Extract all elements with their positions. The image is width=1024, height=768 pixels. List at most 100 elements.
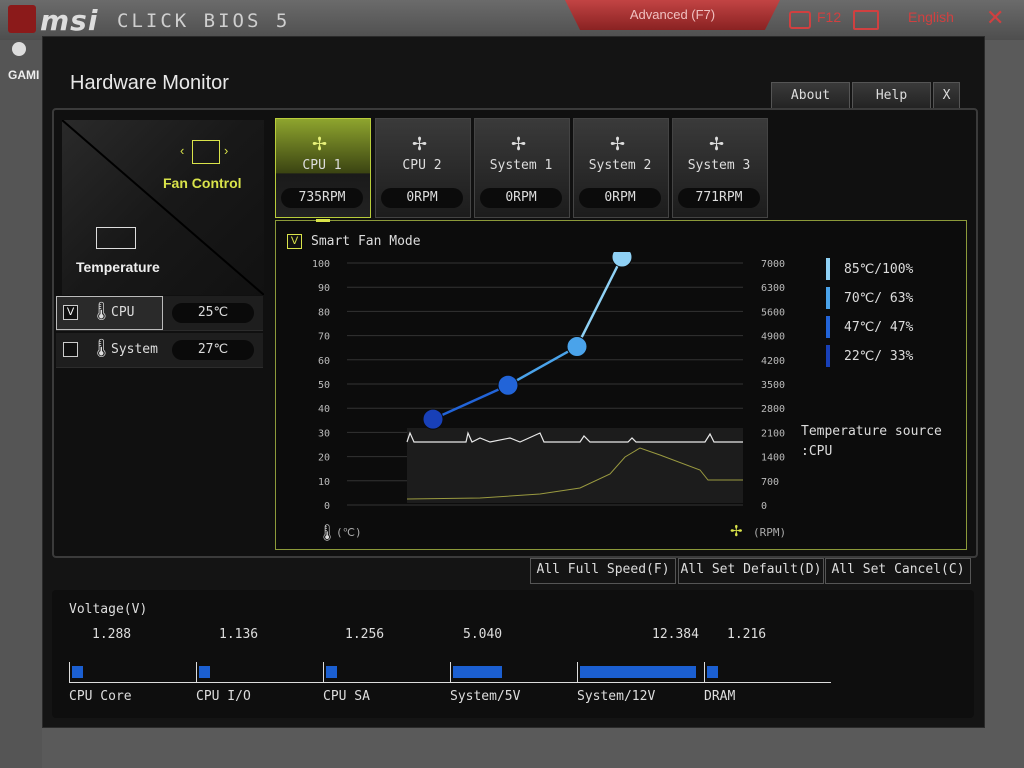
right-tick-label: 4900 xyxy=(761,332,785,343)
voltage-title: Voltage(V) xyxy=(69,602,148,617)
fan-icon: ✢ xyxy=(709,134,725,154)
cpu-temperature-value: 25℃ xyxy=(172,303,254,323)
left-tick-label: 10 xyxy=(318,477,330,488)
voltage-label: System/12V xyxy=(577,689,656,704)
voltage-bar-segment xyxy=(704,662,831,682)
left-tick-label: 60 xyxy=(318,356,330,367)
right-tick-label: 0 xyxy=(761,501,767,512)
fan-icon: ✢ xyxy=(511,134,527,154)
legend-swatch xyxy=(826,258,830,280)
advanced-mode-label[interactable]: Advanced (F7) xyxy=(565,7,780,22)
temperature-source-label: Temperature source xyxy=(801,424,942,439)
smart-fan-checkbox[interactable]: V xyxy=(287,234,302,249)
left-tick-label: 0 xyxy=(324,501,330,512)
voltage-label: CPU SA xyxy=(323,689,370,704)
left-tick-label: 50 xyxy=(318,380,330,391)
voltage-label: CPU I/O xyxy=(196,689,251,704)
fan-rpm-value: 0RPM xyxy=(381,188,463,208)
left-tick-label: 70 xyxy=(318,332,330,343)
right-tick-label: 7000 xyxy=(761,259,785,270)
right-tick-label: 5600 xyxy=(761,307,785,318)
curve-point-handle[interactable] xyxy=(422,408,444,430)
thermometer-icon: 🌡 xyxy=(90,338,113,358)
fan-rpm-value: 771RPM xyxy=(678,188,760,208)
clock-icon xyxy=(12,42,26,56)
fan-icon: ✢ xyxy=(730,523,743,540)
legend-point-4: 85℃/100% xyxy=(844,262,914,277)
voltage-bar-fill xyxy=(580,666,696,678)
temperature-icon[interactable] xyxy=(96,227,136,249)
voltage-bar-segment xyxy=(323,662,450,682)
left-unit-label: (℃) xyxy=(336,526,362,539)
cpu-source-checkbox[interactable]: V xyxy=(63,305,78,320)
temperature-source-value: :CPU xyxy=(801,444,833,459)
curve-point-handle[interactable] xyxy=(497,374,519,396)
curve-point-handle[interactable] xyxy=(566,336,588,358)
curve-segment xyxy=(507,345,578,387)
help-button[interactable]: Help xyxy=(852,82,931,109)
voltage-value: 12.384 xyxy=(652,627,699,642)
left-tick-label: 80 xyxy=(318,307,330,318)
thermometer-icon: 🌡 xyxy=(317,525,338,542)
system-source-checkbox[interactable] xyxy=(63,342,78,357)
fan-rpm-value: 0RPM xyxy=(579,188,661,208)
voltage-label: System/5V xyxy=(450,689,521,704)
temperature-label[interactable]: Temperature xyxy=(76,259,160,275)
temperature-source: Temperature source :CPU xyxy=(801,422,942,462)
fan-tab-label: CPU 1 xyxy=(302,158,342,173)
about-button[interactable]: About xyxy=(771,82,850,109)
previous-arrow-icon[interactable]: ‹ xyxy=(180,143,184,158)
right-tick-label: 1400 xyxy=(761,453,785,464)
window-title: Hardware Monitor xyxy=(70,72,229,94)
fan-rpm-value: 735RPM xyxy=(281,188,363,208)
voltage-bar-segment xyxy=(196,662,323,682)
curve-segment xyxy=(432,384,509,421)
all-set-default-button[interactable]: All Set Default(D) xyxy=(678,558,824,584)
curve-segment xyxy=(575,256,624,348)
product-name: CLICK BIOS 5 xyxy=(117,10,291,32)
msi-logo-icon xyxy=(8,5,36,33)
voltage-bar-segment xyxy=(69,662,196,682)
next-arrow-icon[interactable]: › xyxy=(224,143,228,158)
all-set-cancel-button[interactable]: All Set Cancel(C) xyxy=(825,558,971,584)
favorites-icon[interactable] xyxy=(853,10,879,30)
voltage-label: DRAM xyxy=(704,689,736,704)
curve-point-handle[interactable] xyxy=(611,252,633,268)
right-tick-label: 2800 xyxy=(761,404,785,415)
close-window-button[interactable]: X xyxy=(933,82,960,109)
voltage-bar-fill xyxy=(199,666,210,678)
system-temperature-value: 27℃ xyxy=(172,340,254,360)
fan-tab-label: System 3 xyxy=(687,158,751,173)
fan-control-label[interactable]: Fan Control xyxy=(163,175,242,191)
screenshot-key-label[interactable]: F12 xyxy=(817,9,841,25)
fan-icon: ✢ xyxy=(412,134,428,154)
legend-swatch xyxy=(826,316,830,338)
smart-fan-mode-label: Smart Fan Mode xyxy=(311,234,421,249)
fan-icon: ✢ xyxy=(610,134,626,154)
left-tick-label: 90 xyxy=(318,283,330,294)
right-tick-label: 700 xyxy=(761,477,779,488)
voltage-value: 1.288 xyxy=(92,627,132,642)
fan-icon: ✢ xyxy=(312,134,328,154)
camera-icon[interactable] xyxy=(789,11,811,29)
legend-point-1: 22℃/ 33% xyxy=(844,349,914,364)
left-tick-label: 40 xyxy=(318,404,330,415)
voltage-bar-fill xyxy=(72,666,83,678)
language-selector[interactable]: English xyxy=(908,9,954,25)
fan-tab-label: CPU 2 xyxy=(402,158,442,173)
all-full-speed-button[interactable]: All Full Speed(F) xyxy=(530,558,676,584)
brand-logo: msi xyxy=(40,4,99,37)
fan-rpm-value: 0RPM xyxy=(480,188,562,208)
voltage-value: 1.256 xyxy=(345,627,385,642)
voltage-bar-fill xyxy=(707,666,718,678)
close-icon[interactable]: ✕ xyxy=(986,5,1004,31)
cpu-source-label: CPU xyxy=(111,305,135,320)
right-tick-label: 6300 xyxy=(761,283,785,294)
background-sidebar xyxy=(0,40,42,768)
fan-control-icon[interactable] xyxy=(192,140,220,164)
fan-curve-chart[interactable]: 1009080706050403020100 70006300560049004… xyxy=(280,252,800,548)
voltage-bars xyxy=(69,662,831,683)
voltage-bar-segment xyxy=(577,662,704,682)
voltage-label: CPU Core xyxy=(69,689,132,704)
left-tick-label: 100 xyxy=(312,259,330,270)
